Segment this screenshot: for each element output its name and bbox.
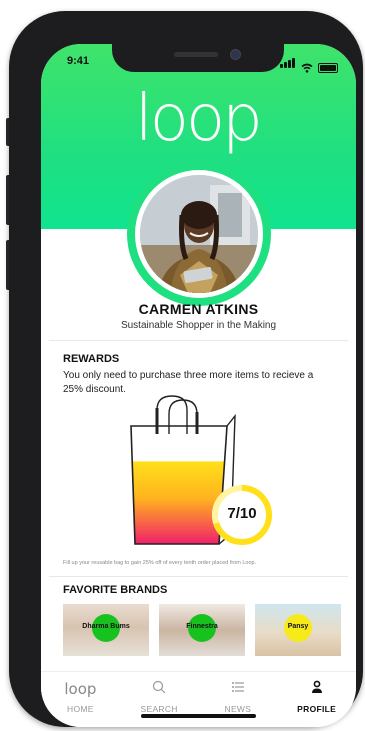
profile-subtitle: Sustainable Shopper in the Making bbox=[120, 320, 277, 331]
speaker bbox=[174, 52, 218, 57]
loop-logo: loop bbox=[135, 82, 263, 156]
home-indicator bbox=[141, 714, 256, 718]
loop-logo-icon: loop bbox=[64, 680, 97, 698]
favorite-brands-title: FAVORITE BRANDS bbox=[63, 584, 168, 596]
list-icon bbox=[199, 680, 278, 702]
brand-name: Pansy bbox=[287, 623, 309, 630]
wifi-icon bbox=[301, 63, 313, 73]
favorite-brands-list: Dharma Bums Finnestra Pansy bbox=[63, 604, 341, 656]
bottom-tab-bar: loop HOME SEARCH NEWS PROFILE bbox=[41, 671, 356, 727]
status-time: 9:41 bbox=[67, 55, 90, 67]
search-icon bbox=[120, 680, 199, 702]
phone-frame: 9:41 loop CARMEN ATKINS Sustainable Shop… bbox=[9, 11, 363, 727]
rewards-title: REWARDS bbox=[63, 353, 120, 365]
app-screen: 9:41 loop CARMEN ATKINS Sustainable Shop… bbox=[41, 44, 356, 727]
brand-card-dharma-bums[interactable]: Dharma Bums bbox=[63, 604, 149, 656]
brand-card-finnestra[interactable]: Finnestra bbox=[159, 604, 245, 656]
brand-name: Dharma Bums bbox=[82, 623, 130, 630]
status-icons bbox=[280, 55, 338, 73]
brand-card-pansy[interactable]: Pansy bbox=[255, 604, 341, 656]
divider bbox=[49, 576, 348, 577]
avatar-ring bbox=[127, 162, 271, 306]
tab-profile[interactable]: PROFILE bbox=[277, 672, 356, 727]
phone-notch bbox=[112, 44, 284, 72]
tab-label: HOME bbox=[67, 704, 94, 714]
tab-home[interactable]: loop HOME bbox=[41, 672, 120, 727]
front-camera bbox=[230, 49, 241, 60]
tab-search[interactable]: SEARCH bbox=[120, 672, 199, 727]
avatar[interactable] bbox=[140, 175, 258, 293]
brand-name: Finnestra bbox=[186, 623, 218, 630]
battery-icon bbox=[318, 63, 338, 73]
avatar-border bbox=[135, 170, 263, 298]
rewards-progress-label: 7/10 bbox=[227, 505, 257, 522]
rewards-description: You only need to purchase three more ite… bbox=[63, 370, 314, 395]
tab-label: NEWS bbox=[224, 704, 252, 714]
tab-label: PROFILE bbox=[297, 704, 337, 714]
profile-name: CARMEN ATKINS bbox=[138, 301, 259, 317]
tab-label: SEARCH bbox=[140, 704, 178, 714]
rewards-footnote: Fill up your reusable bag to gain 25% of… bbox=[63, 560, 257, 566]
signal-icon bbox=[280, 55, 296, 73]
avatar-photo bbox=[140, 175, 258, 293]
tab-news[interactable]: NEWS bbox=[199, 672, 278, 727]
divider bbox=[49, 340, 348, 341]
profile-icon bbox=[277, 680, 356, 702]
logo-text: loop bbox=[135, 82, 263, 156]
